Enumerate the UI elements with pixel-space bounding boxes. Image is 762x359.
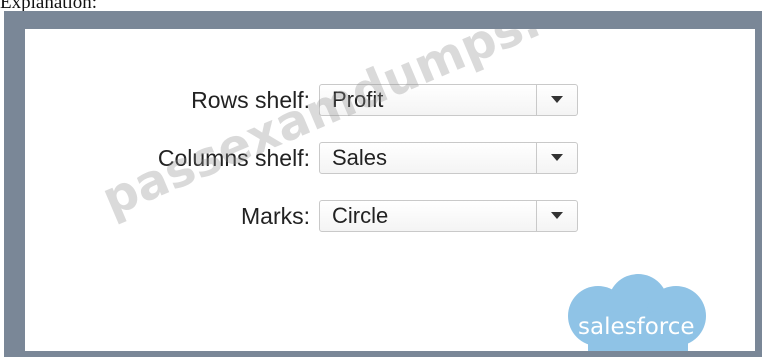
chevron-down-icon — [551, 96, 563, 103]
columns-shelf-select[interactable]: Sales — [319, 142, 578, 174]
rows-shelf-dropdown-button[interactable] — [536, 85, 577, 115]
rows-shelf-value: Profit — [332, 87, 384, 112]
rows-shelf-label: Rows shelf: — [191, 86, 310, 113]
rows-shelf-select[interactable]: Profit — [319, 84, 578, 116]
columns-shelf-row: Columns shelf: Sales — [25, 141, 755, 175]
rows-shelf-row: Rows shelf: Profit — [25, 83, 755, 117]
marks-row: Marks: Circle — [25, 199, 755, 233]
chevron-down-icon — [551, 154, 563, 161]
columns-shelf-value: Sales — [332, 145, 388, 170]
marks-select[interactable]: Circle — [319, 200, 578, 232]
marks-label: Marks: — [241, 202, 310, 229]
marks-dropdown-button[interactable] — [536, 201, 577, 231]
salesforce-logo-text: salesforce — [578, 314, 695, 340]
chevron-down-icon — [551, 212, 563, 219]
columns-shelf-dropdown-button[interactable] — [536, 143, 577, 173]
columns-shelf-label: Columns shelf: — [157, 144, 310, 171]
settings-panel: Rows shelf: Profit Columns shelf: Sales … — [25, 29, 755, 351]
salesforce-logo: salesforce — [558, 274, 718, 351]
watermark: passexamdumps.com — [94, 29, 651, 228]
screenshot-frame: Rows shelf: Profit Columns shelf: Sales … — [4, 11, 762, 357]
marks-value: Circle — [332, 203, 389, 228]
